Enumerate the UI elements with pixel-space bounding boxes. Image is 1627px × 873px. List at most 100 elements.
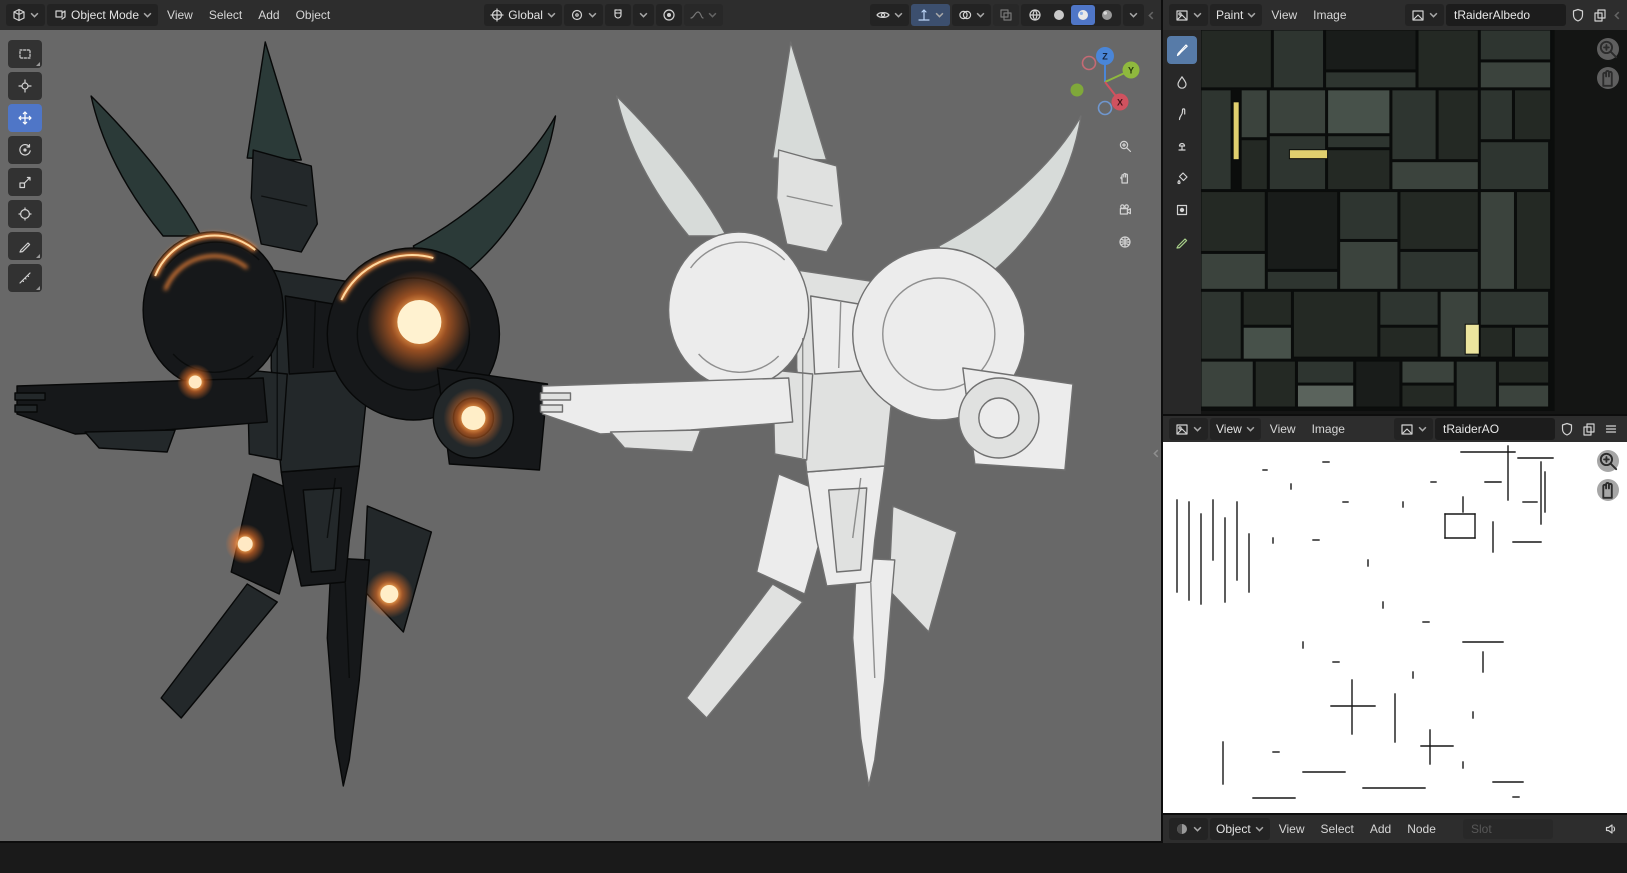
tool-cursor[interactable] (8, 72, 42, 100)
visibility-dropdown[interactable] (870, 4, 909, 26)
pivot-point-dropdown[interactable] (563, 4, 603, 26)
fake-user-button[interactable] (1568, 4, 1588, 26)
tool-transform[interactable] (8, 200, 42, 228)
editor-type-button[interactable] (1169, 418, 1208, 440)
tool-mask[interactable] (1167, 196, 1197, 224)
viewport-canvas[interactable]: Z Y X (0, 30, 1161, 841)
albedo-texture-canvas[interactable] (1201, 30, 1627, 414)
solid-sphere-icon (1054, 10, 1064, 20)
tool-draw-brush[interactable] (1167, 36, 1197, 64)
zoom-button[interactable] (1597, 450, 1619, 472)
editor-menu-button[interactable] (1601, 418, 1621, 440)
overlays-dropdown[interactable] (952, 4, 991, 26)
tool-soften[interactable] (1167, 68, 1197, 96)
tool-clone[interactable] (1167, 132, 1197, 160)
gizmos-toggle[interactable] (911, 4, 950, 26)
editor-type-button[interactable] (6, 4, 45, 26)
xray-toggle[interactable] (993, 4, 1019, 26)
image-editor-icon (1176, 424, 1188, 435)
image-browse-dropdown[interactable] (1394, 418, 1433, 440)
editor-type-button[interactable] (1169, 4, 1208, 26)
zoom-button[interactable] (1597, 38, 1619, 60)
sidebar-toggle-arrow-icon[interactable] (1152, 449, 1159, 458)
fake-user-button[interactable] (1557, 418, 1577, 440)
menu-view[interactable]: View (1263, 418, 1303, 440)
gizmo-y-neg-axis[interactable] (1070, 83, 1084, 97)
tool-annotate[interactable] (1167, 228, 1197, 256)
menu-image[interactable]: Image (1305, 418, 1352, 440)
tool-move[interactable] (8, 104, 42, 132)
new-image-button[interactable] (1579, 418, 1599, 440)
pan-button[interactable] (1113, 166, 1137, 190)
falloff-dropdown[interactable] (683, 4, 723, 26)
mech-white-clay[interactable] (540, 42, 1081, 786)
menu-node[interactable]: Node (1400, 818, 1443, 840)
tool-measure[interactable] (8, 264, 42, 292)
navigation-gizmo[interactable]: Z Y X (1067, 42, 1143, 118)
shader-type-dropdown[interactable]: Object (1210, 818, 1270, 840)
proportional-edit-toggle[interactable] (655, 4, 682, 26)
menu-view[interactable]: View (160, 4, 200, 26)
region-corner-chevron-icon[interactable] (1613, 11, 1620, 20)
image-browse-dropdown[interactable] (1405, 4, 1444, 26)
pan-button[interactable] (1597, 479, 1619, 501)
tool-annotate[interactable] (8, 232, 42, 260)
menu-add[interactable]: Add (251, 4, 286, 26)
menu-select[interactable]: Select (202, 4, 249, 26)
menu-select[interactable]: Select (1313, 818, 1360, 840)
region-corner-chevron-icon[interactable] (1147, 11, 1154, 20)
menu-image[interactable]: Image (1306, 4, 1353, 26)
transform-icon (18, 207, 32, 221)
magnet-icon (614, 9, 622, 19)
ao-image-canvas[interactable] (1163, 442, 1627, 813)
global-axis-icon (490, 8, 504, 22)
image-name-field[interactable]: tRaiderAlbedo (1446, 4, 1566, 26)
menu-view[interactable]: View (1272, 818, 1312, 840)
paint-mode-dropdown[interactable]: Paint (1210, 4, 1263, 26)
toggle-perspective-button[interactable] (1113, 230, 1137, 254)
snap-toggle[interactable] (604, 4, 631, 26)
chevron-down-icon (547, 12, 556, 18)
shading-dropdown[interactable] (1123, 4, 1144, 26)
tool-rotate[interactable] (8, 136, 42, 164)
copy-icon (1594, 9, 1606, 22)
chevron-down-icon (1418, 426, 1427, 432)
smear-finger-icon (1178, 108, 1186, 121)
menu-add[interactable]: Add (1363, 818, 1398, 840)
canvas-nav-buttons (1597, 38, 1619, 89)
shading-rendered-button[interactable] (1095, 5, 1119, 25)
tool-smear[interactable] (1167, 100, 1197, 128)
pivot-icon (571, 9, 583, 21)
shader-ball-icon (1177, 824, 1187, 834)
menu-object[interactable]: Object (289, 4, 338, 26)
editor-type-button[interactable] (1169, 818, 1208, 840)
canvas-nav-buttons (1597, 450, 1619, 501)
shading-wireframe-button[interactable] (1023, 5, 1047, 25)
menu-view[interactable]: View (1264, 4, 1304, 26)
tool-box-select[interactable] (8, 40, 42, 68)
gizmo-z-label: Z (1102, 52, 1108, 62)
tool-fill[interactable] (1167, 164, 1197, 192)
shading-solid-button[interactable] (1047, 5, 1071, 25)
scale-icon (19, 176, 31, 189)
material-slot-dropdown[interactable]: Slot (1463, 819, 1553, 839)
camera-icon (1119, 204, 1131, 215)
proportional-circle-icon (663, 9, 675, 21)
mode-dropdown[interactable]: Object Mode (47, 4, 159, 26)
new-image-button[interactable] (1590, 4, 1610, 26)
camera-view-button[interactable] (1113, 198, 1137, 222)
shading-material-button[interactable] (1071, 5, 1095, 25)
sound-button[interactable] (1601, 818, 1621, 840)
snap-dropdown[interactable] (632, 4, 654, 26)
slot-label: Slot (1471, 822, 1492, 836)
tool-scale[interactable] (8, 168, 42, 196)
pan-button[interactable] (1597, 67, 1619, 89)
gizmo-x-neg-axis[interactable] (1081, 55, 1097, 71)
gizmo-z-neg-axis[interactable] (1097, 100, 1113, 116)
orientation-dropdown[interactable]: Global (484, 4, 562, 26)
image-name-field[interactable]: tRaiderAO (1435, 418, 1555, 440)
zoom-button[interactable] (1113, 134, 1137, 158)
chevron-down-icon (708, 12, 717, 18)
view-mode-dropdown[interactable]: View (1210, 418, 1261, 440)
shader-type-label: Object (1216, 822, 1251, 836)
